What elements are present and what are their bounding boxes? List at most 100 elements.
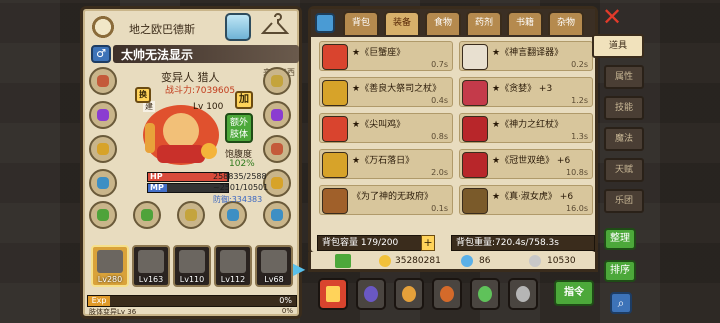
currency-row: 35280281 86 10530 (308, 252, 598, 272)
side-tab-5[interactable]: 乐团 (604, 189, 644, 213)
defense-value: 防御:334383 (213, 195, 263, 204)
item-name: ★《真·淑女虎》 +6 (492, 192, 574, 202)
equip-slot-feet[interactable] (89, 201, 117, 229)
manage-button[interactable]: 整理 (604, 228, 636, 250)
side-tab-0[interactable]: 道具 (592, 34, 644, 58)
gold-coin-icon (379, 255, 391, 267)
character-level: Lv 100 (193, 102, 224, 112)
ring-filter-icon[interactable] (356, 278, 386, 310)
inventory-tabs: 背包 装备 食物 药剂 书籍 杂物 (343, 11, 595, 35)
class-title: 太帅无法显示 (121, 48, 194, 62)
companion-card[interactable]: Lv68 (255, 245, 293, 287)
item-cell[interactable]: ★《善良大祭司之杖》 0.4s (319, 77, 453, 107)
gem-filter-icon[interactable] (470, 278, 500, 310)
equip-slot-weapon-1[interactable] (133, 201, 161, 229)
item-icon (322, 80, 348, 106)
capacity-label: 背包容量 179/200 (322, 238, 399, 248)
item-time: 0.1s (431, 204, 448, 213)
side-tab-4[interactable]: 天赋 (604, 158, 644, 182)
item-time: 1.2s (571, 96, 588, 105)
swap-button[interactable]: 换 (135, 87, 151, 103)
item-name: ★《尖叫鸡》 (352, 120, 406, 130)
item-cell[interactable]: ★《神力之红杖》 1.3s (459, 113, 593, 143)
search-icon[interactable]: ⌕ (610, 292, 632, 314)
equip-slot-chest[interactable] (89, 135, 117, 163)
item-time: 0.4s (431, 96, 448, 105)
extra-body-button[interactable]: 额外肢体 (225, 113, 253, 143)
companion-portrait (261, 250, 287, 273)
item-cell[interactable]: 《为了神的无政府》 0.1s (319, 185, 453, 215)
equip-slot-weapon-3[interactable] (219, 201, 247, 229)
companion-portrait (220, 250, 246, 273)
exp-bar: Exp 0% (87, 295, 297, 307)
item-cell[interactable]: ★《巨蟹座》 0.7s (319, 41, 453, 71)
gem-icon (461, 255, 473, 267)
item-cell[interactable]: ★《真·淑女虎》 +6 16.0s (459, 185, 593, 215)
item-cell[interactable]: ★《神言翻译器》 0.2s (459, 41, 593, 71)
character-panel: 地之欧巴德斯 ♂ 太帅无法显示 来自江西 变异人 猎人 战斗力:7039605 (80, 6, 305, 319)
hanger-icon[interactable] (260, 13, 290, 41)
armor-filter-icon[interactable] (432, 278, 462, 310)
crown-icon[interactable] (225, 13, 251, 41)
shield-filter-icon[interactable] (508, 278, 538, 310)
add-button[interactable]: 加 (235, 91, 253, 109)
equip-slot-accessory-5[interactable] (263, 201, 291, 229)
expand-capacity-button[interactable]: + (421, 235, 435, 251)
tab-0[interactable]: 背包 (343, 11, 379, 35)
action-row: 指令 (318, 278, 596, 314)
filter-red-icon[interactable] (318, 278, 348, 310)
sub-exp-label: 肢体变异Lv 36 (89, 308, 137, 316)
satiety-value: 102% (229, 159, 255, 169)
companion-card[interactable]: Lv163 (132, 245, 170, 287)
item-time: 10.8s (566, 168, 588, 177)
item-name: ★《善良大祭司之杖》 (352, 84, 442, 94)
next-arrow-icon[interactable]: ▶ (293, 259, 305, 279)
companion-portrait (97, 250, 123, 273)
item-icon (462, 116, 488, 142)
item-cell[interactable]: ★《尖叫鸡》 0.8s (319, 113, 453, 143)
silver-coin-icon (529, 255, 541, 267)
equip-slot-accessory-2[interactable] (263, 101, 291, 129)
tab-5[interactable]: 杂物 (548, 11, 584, 35)
item-icon (322, 44, 348, 70)
equip-slot-arms[interactable] (89, 169, 117, 197)
sort-button[interactable]: 排序 (604, 260, 636, 282)
companion-level: Lv68 (264, 275, 284, 284)
tab-4[interactable]: 书籍 (507, 11, 543, 35)
item-time: 0.2s (571, 60, 588, 69)
item-name: ★《神力之红杖》 (492, 120, 564, 130)
sub-exp-row: 肢体变异Lv 36 0% (87, 307, 297, 317)
command-button[interactable]: 指令 (554, 280, 594, 306)
item-cell[interactable]: ★《万石落日》 2.0s (319, 149, 453, 179)
side-tab-1[interactable]: 属性 (604, 65, 644, 89)
side-tab-2[interactable]: 技能 (604, 96, 644, 120)
upload-icon[interactable] (335, 254, 351, 268)
tab-3[interactable]: 药剂 (466, 11, 502, 35)
companion-card[interactable]: Lv280 (91, 245, 129, 287)
equip-slot-accessory-3[interactable] (263, 135, 291, 163)
item-cell[interactable]: ★《冠世双绝》 +6 10.8s (459, 149, 593, 179)
item-time: 0.7s (431, 60, 448, 69)
tab-1[interactable]: 装备 (384, 11, 420, 35)
equip-slot-head[interactable] (89, 67, 117, 95)
item-icon (462, 152, 488, 178)
close-icon[interactable]: ✕ (602, 5, 624, 29)
item-name: 《为了神的无政府》 (352, 192, 434, 202)
item-name: ★《神言翻译器》 (492, 48, 564, 58)
side-tab-3[interactable]: 魔法 (604, 127, 644, 151)
companion-card[interactable]: Lv110 (173, 245, 211, 287)
male-icon: ♂ (91, 45, 111, 63)
item-cell[interactable]: ★《贪婪》 +3 1.2s (459, 77, 593, 107)
hp-value: 258835/2588 (213, 172, 267, 181)
companion-level: Lv112 (220, 275, 246, 284)
companion-card[interactable]: Lv112 (214, 245, 252, 287)
weapon-filter-icon[interactable] (394, 278, 424, 310)
equip-slot-weapon-2[interactable] (177, 201, 205, 229)
equip-slot-neck[interactable] (89, 101, 117, 129)
tab-2[interactable]: 食物 (425, 11, 461, 35)
companion-portrait (138, 250, 164, 273)
item-grid: ★《巨蟹座》 0.7s ★《神言翻译器》 0.2s ★《善良大祭司之杖》 0.4s ★《贪婪… (319, 41, 595, 227)
item-icon (322, 188, 348, 214)
settings-icon[interactable] (315, 13, 335, 33)
equip-slot-accessory-1[interactable] (263, 67, 291, 95)
